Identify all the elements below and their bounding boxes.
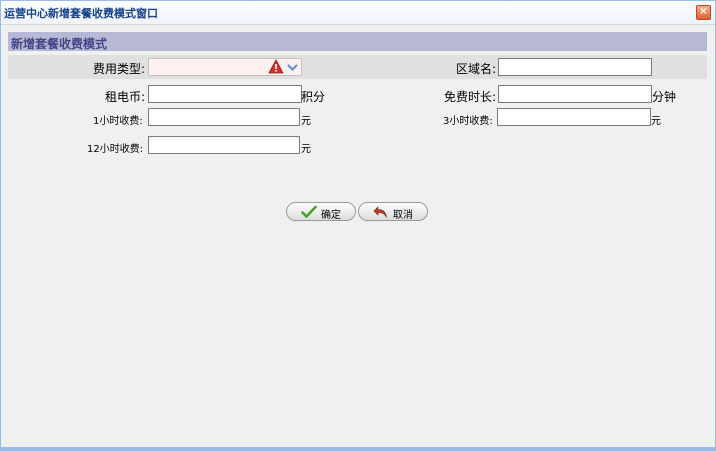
region-label: 区域名: xyxy=(456,62,497,76)
free-duration-unit: 分钟 xyxy=(652,90,677,104)
warning-icon xyxy=(268,59,284,74)
title-bar[interactable]: 运营中心新增套餐收费模式窗口 × xyxy=(1,1,715,25)
window-bottom-border xyxy=(1,447,715,450)
fee-3h-label: 3小时收费: xyxy=(443,116,493,127)
cancel-button-label: 取消 xyxy=(393,210,413,221)
rent-currency-unit: 积分 xyxy=(301,90,326,104)
close-button[interactable]: × xyxy=(696,5,711,20)
fee-1h-label: 1小时收费: xyxy=(93,116,143,127)
confirm-button-label: 确定 xyxy=(321,210,341,221)
fee-12h-label: 12小时收费: xyxy=(87,144,144,155)
cancel-button[interactable]: 取消 xyxy=(358,202,428,221)
fee-3h-input[interactable] xyxy=(497,108,651,126)
fee-12h-input[interactable] xyxy=(148,136,300,154)
checkmark-icon xyxy=(301,205,317,218)
fee-1h-input[interactable] xyxy=(148,108,300,126)
fee-type-combo[interactable] xyxy=(148,58,302,76)
dialog-window: 运营中心新增套餐收费模式窗口 × 新增套餐收费模式 费用类型: 区域名: 租电币… xyxy=(0,0,716,451)
confirm-button[interactable]: 确定 xyxy=(286,202,356,221)
fee-12h-unit: 元 xyxy=(301,144,311,155)
section-title: 新增套餐收费模式 xyxy=(11,37,108,51)
region-input[interactable] xyxy=(498,58,652,76)
rent-currency-label: 租电币: xyxy=(105,90,146,104)
rent-currency-input[interactable] xyxy=(148,85,302,103)
free-duration-input[interactable] xyxy=(498,85,652,103)
fee-1h-unit: 元 xyxy=(301,116,311,127)
section-header: 新增套餐收费模式 xyxy=(8,32,707,51)
fee-type-label: 费用类型: xyxy=(93,62,146,76)
fee-3h-unit: 元 xyxy=(651,116,661,127)
close-icon: × xyxy=(699,6,708,17)
undo-arrow-icon xyxy=(373,206,387,218)
free-duration-label: 免费时长: xyxy=(444,90,497,104)
window-title: 运营中心新增套餐收费模式窗口 xyxy=(4,7,158,20)
chevron-down-icon[interactable] xyxy=(286,60,299,74)
